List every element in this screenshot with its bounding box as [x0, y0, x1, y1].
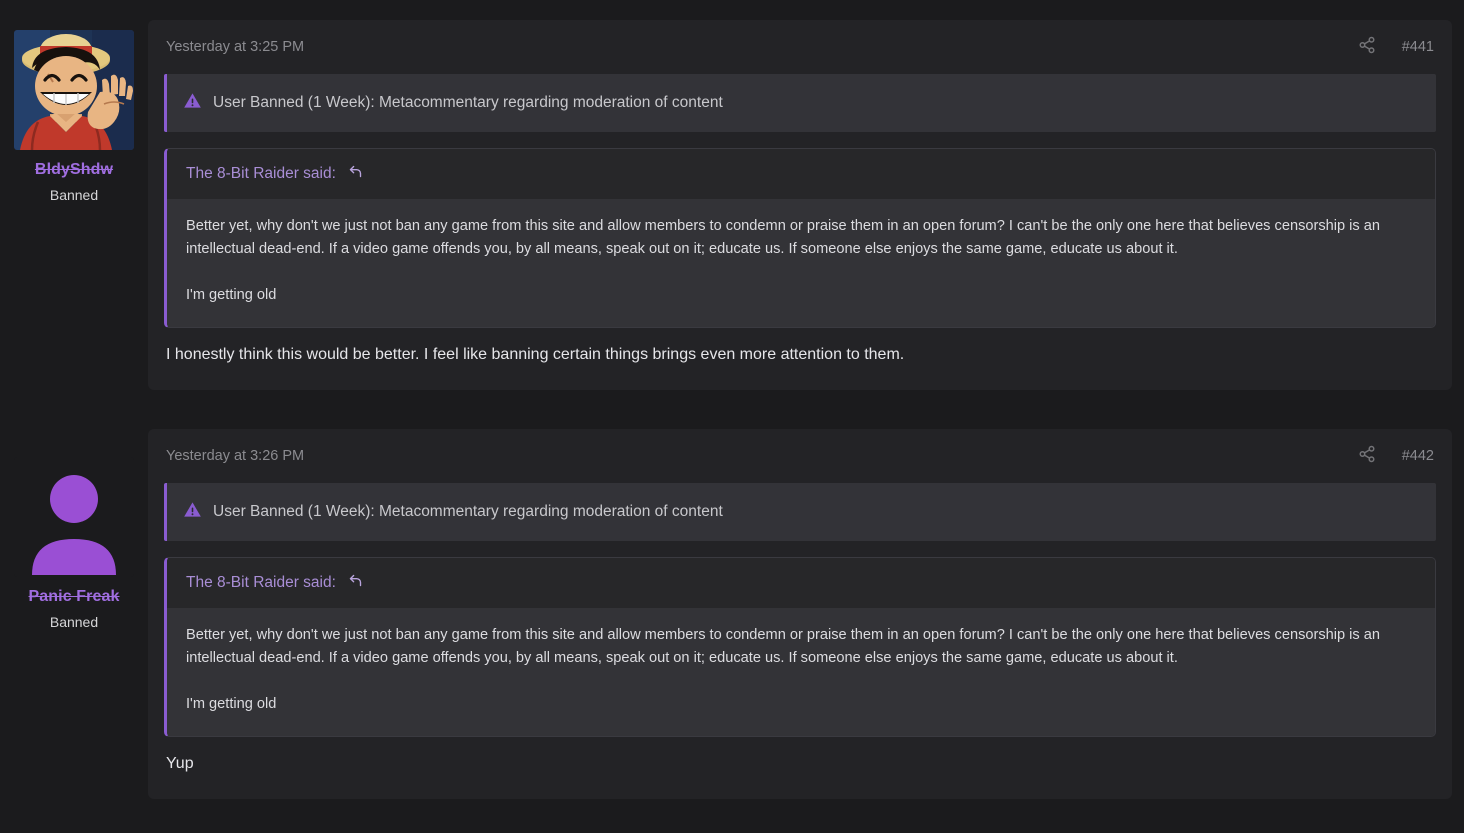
thread-page: BldyShdw Banned Yesterday at 3:25 PM #44… [0, 0, 1464, 833]
post-header-actions: #441 [1358, 36, 1434, 59]
post-author-title: Banned [49, 187, 99, 203]
blockquote-attribution[interactable]: The 8-Bit Raider said: [186, 164, 336, 184]
moderation-notice: User Banned (1 Week): Metacommentary reg… [164, 74, 1436, 132]
post-441: BldyShdw Banned Yesterday at 3:25 PM #44… [0, 20, 1464, 390]
post-user-sidebar: BldyShdw Banned [0, 20, 148, 390]
moderation-notice-text: User Banned (1 Week): Metacommentary reg… [213, 503, 723, 520]
reply-arrow-icon[interactable] [348, 164, 363, 184]
warning-triangle-icon [183, 500, 202, 524]
share-icon[interactable] [1358, 445, 1376, 468]
blockquote: The 8-Bit Raider said: Better yet, why d… [164, 148, 1436, 328]
blockquote-paragraph: Better yet, why don't we just not ban an… [186, 218, 1380, 257]
blockquote-header: The 8-Bit Raider said: [167, 149, 1435, 199]
blockquote: The 8-Bit Raider said: Better yet, why d… [164, 557, 1436, 737]
reply-arrow-icon[interactable] [348, 573, 363, 593]
post-body: Yesterday at 3:25 PM #441 User Banned (1… [148, 20, 1452, 390]
avatar[interactable] [14, 457, 134, 577]
default-user-silhouette-avatar-image [32, 475, 116, 575]
blockquote-paragraph: I'm getting old [186, 287, 277, 303]
post-user-sidebar: Panic Freak Banned [0, 429, 148, 799]
moderation-notice: User Banned (1 Week): Metacommentary reg… [164, 483, 1436, 541]
post-message-text: I honestly think this would be better. I… [166, 346, 905, 363]
anime-character-avatar-image [14, 30, 134, 150]
blockquote-paragraph: I'm getting old [186, 696, 277, 712]
post-author-title: Banned [49, 614, 99, 630]
blockquote-body: Better yet, why don't we just not ban an… [167, 608, 1435, 736]
post-author-username[interactable]: BldyShdw [35, 160, 113, 179]
post-author-username[interactable]: Panic Freak [29, 587, 120, 606]
post-header: Yesterday at 3:26 PM #442 [148, 429, 1452, 469]
blockquote-body: Better yet, why don't we just not ban an… [167, 199, 1435, 327]
post-message: I honestly think this would be better. I… [148, 328, 1452, 390]
avatar[interactable] [14, 30, 134, 150]
post-header-actions: #442 [1358, 445, 1434, 468]
blockquote-attribution[interactable]: The 8-Bit Raider said: [186, 573, 336, 593]
post-442: Panic Freak Banned Yesterday at 3:26 PM … [0, 429, 1464, 799]
post-body: Yesterday at 3:26 PM #442 User Banned (1… [148, 429, 1452, 799]
post-header: Yesterday at 3:25 PM #441 [148, 20, 1452, 60]
post-message: Yup [148, 737, 1452, 799]
moderation-notice-text: User Banned (1 Week): Metacommentary reg… [213, 94, 723, 111]
post-date-link[interactable]: Yesterday at 3:26 PM [166, 447, 304, 465]
post-number-link[interactable]: #441 [1402, 38, 1434, 56]
share-icon[interactable] [1358, 36, 1376, 59]
post-number-link[interactable]: #442 [1402, 447, 1434, 465]
post-date-link[interactable]: Yesterday at 3:25 PM [166, 38, 304, 56]
blockquote-header: The 8-Bit Raider said: [167, 558, 1435, 608]
blockquote-paragraph: Better yet, why don't we just not ban an… [186, 627, 1380, 666]
post-message-text: Yup [166, 755, 194, 772]
warning-triangle-icon [183, 91, 202, 115]
